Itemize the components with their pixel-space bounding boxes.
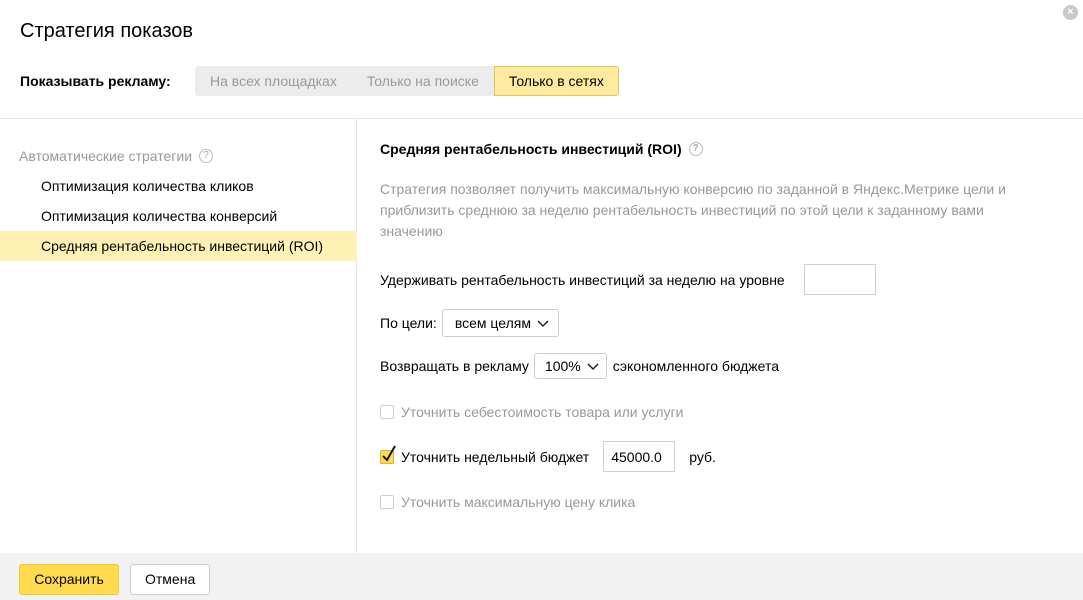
reserve-suffix: сэкономленного бюджета bbox=[612, 358, 780, 374]
strategy-sidebar: Автоматические стратегии ? Оптимизация к… bbox=[0, 119, 357, 553]
max-click-checkbox[interactable] bbox=[380, 495, 394, 509]
reserve-row: Возвращать в рекламу 100% сэкономленного… bbox=[380, 353, 779, 379]
strategy-list: Оптимизация количества кликов Оптимизаци… bbox=[0, 171, 357, 261]
show-ads-label: Показывать рекламу: bbox=[20, 73, 171, 89]
cost-checkbox[interactable] bbox=[380, 405, 394, 419]
save-button[interactable]: Сохранить bbox=[19, 564, 119, 595]
currency-label: руб. bbox=[689, 448, 716, 465]
strategy-title-label: Средняя рентабельность инвестиций (ROI) bbox=[380, 141, 682, 157]
chevron-down-icon bbox=[537, 320, 549, 328]
strategy-item-clicks[interactable]: Оптимизация количества кликов bbox=[0, 171, 357, 201]
weekly-budget-checkbox[interactable] bbox=[380, 445, 396, 464]
goal-label: По цели: bbox=[380, 315, 437, 331]
checkmark-icon bbox=[382, 445, 396, 461]
reserve-select-value: 100% bbox=[544, 358, 581, 374]
show-ads-segmented-control: На всех площадках Только на поиске Тольк… bbox=[195, 66, 619, 96]
strategy-item-roi[interactable]: Средняя рентабельность инвестиций (ROI) bbox=[0, 231, 357, 261]
help-icon[interactable]: ? bbox=[199, 149, 214, 163]
goal-select[interactable]: всем целям bbox=[441, 309, 559, 337]
chevron-down-icon bbox=[587, 363, 599, 371]
option-networks-only[interactable]: Только в сетях bbox=[493, 66, 619, 96]
goal-row: По цели: всем целям bbox=[380, 309, 559, 337]
close-icon[interactable]: × bbox=[1063, 5, 1078, 20]
cost-checkbox-label: Уточнить себестоимость товара или услуги bbox=[401, 404, 684, 420]
weekly-budget-label: Уточнить недельный бюджет bbox=[401, 448, 590, 465]
option-all-placements[interactable]: На всех площадках bbox=[195, 66, 352, 96]
reserve-select[interactable]: 100% bbox=[533, 353, 607, 379]
roi-label: Удерживать рентабельность инвестиций за … bbox=[380, 271, 785, 288]
dialog-footer: Сохранить Отмена bbox=[0, 553, 1083, 600]
roi-input[interactable] bbox=[803, 264, 876, 295]
strategy-item-conversions[interactable]: Оптимизация количества конверсий bbox=[0, 201, 357, 231]
goal-select-value: всем целям bbox=[454, 315, 531, 331]
strategy-title: Средняя рентабельность инвестиций (ROI) … bbox=[380, 141, 703, 157]
show-ads-row: Показывать рекламу: На всех площадках То… bbox=[20, 66, 619, 96]
dialog-title: Стратегия показов bbox=[20, 20, 194, 42]
weekly-budget-input[interactable] bbox=[603, 441, 676, 472]
roi-row: Удерживать рентабельность инвестиций за … bbox=[380, 264, 876, 295]
cancel-button[interactable]: Отмена bbox=[130, 564, 210, 595]
reserve-label: Возвращать в рекламу bbox=[380, 358, 529, 374]
cost-row: Уточнить себестоимость товара или услуги bbox=[380, 404, 683, 420]
sidebar-heading: Автоматические стратегии ? bbox=[19, 148, 214, 164]
strategy-description: Стратегия позволяет получить максимальну… bbox=[380, 181, 1006, 239]
sidebar-heading-label: Автоматические стратегии bbox=[19, 148, 193, 164]
weekly-budget-row: Уточнить недельный бюджет руб. bbox=[380, 441, 716, 472]
max-click-row: Уточнить максимальную цену клика bbox=[380, 494, 635, 510]
help-icon[interactable]: ? bbox=[688, 142, 703, 156]
option-search-only[interactable]: Только на поиске bbox=[351, 66, 494, 96]
max-click-checkbox-label: Уточнить максимальную цену клика bbox=[401, 494, 636, 510]
